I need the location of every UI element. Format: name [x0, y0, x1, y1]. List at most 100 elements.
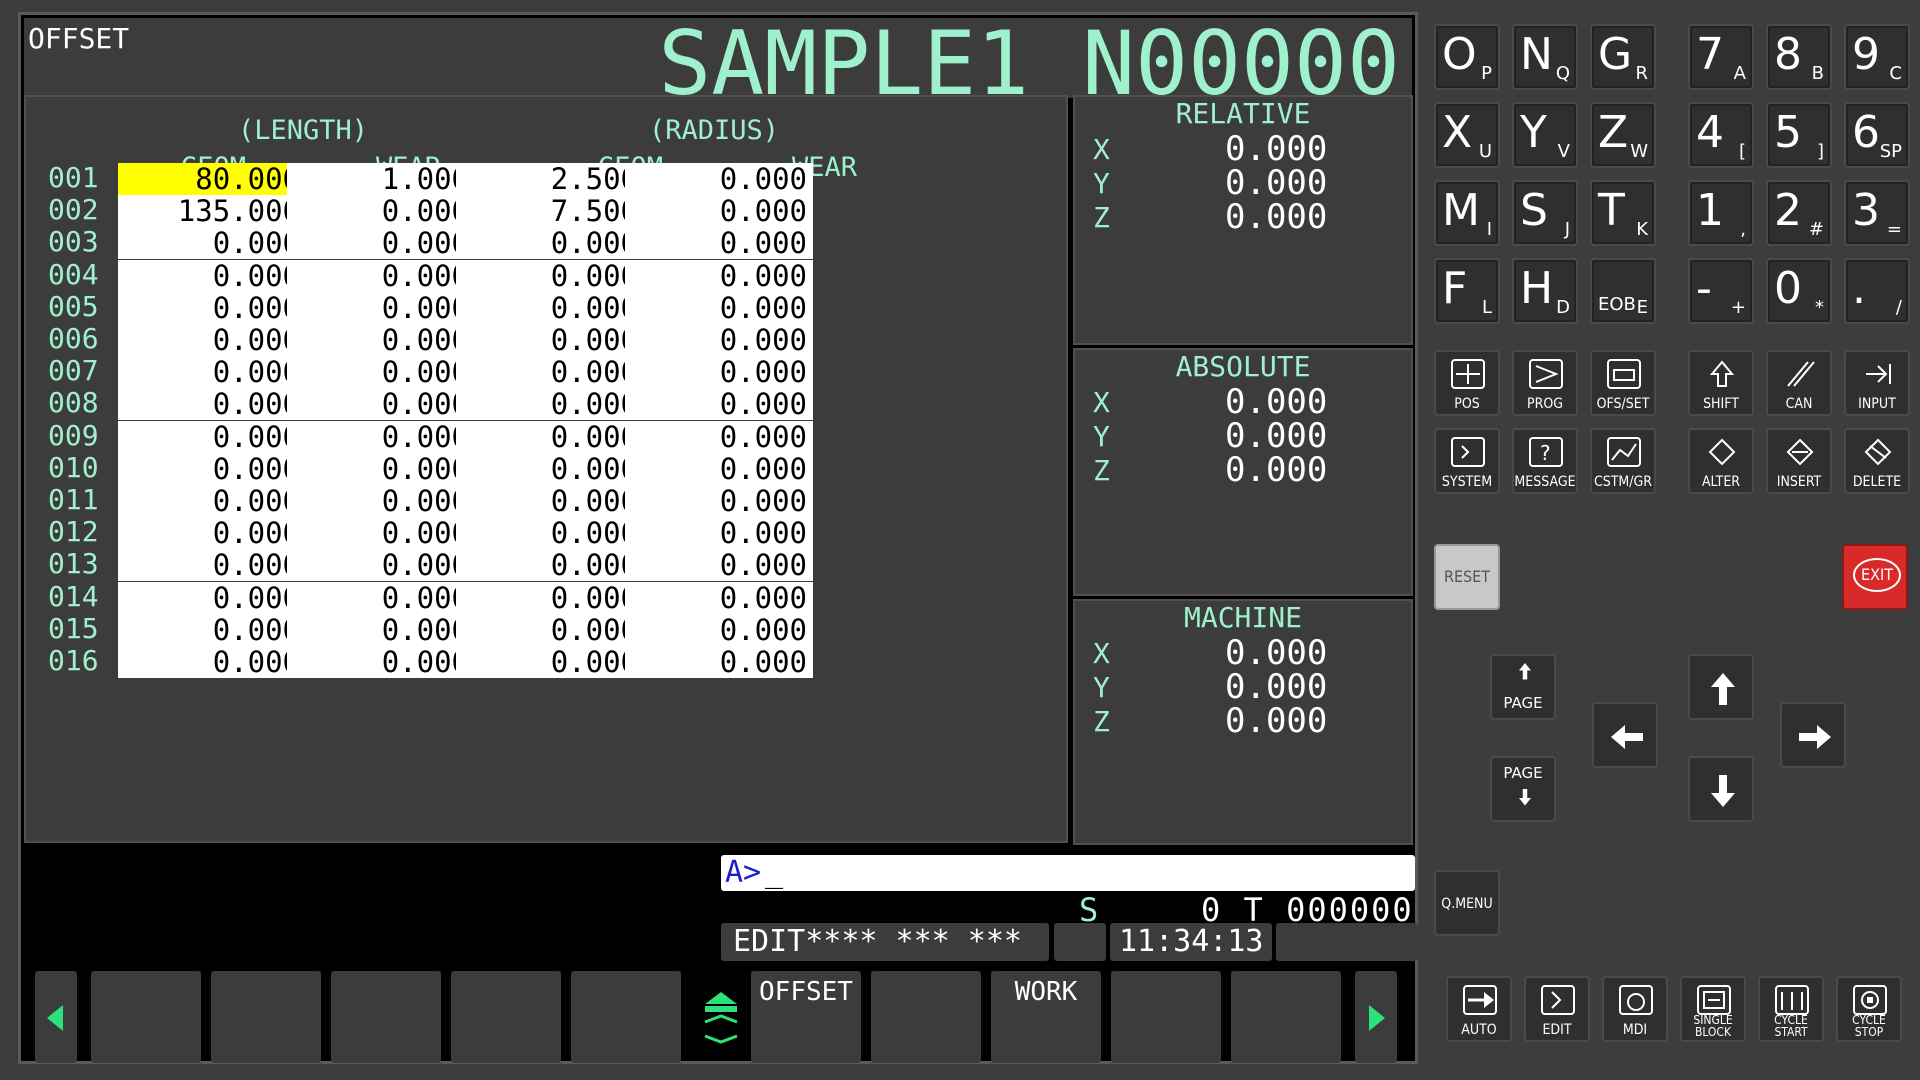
offset-cell-lg[interactable]: 0.000	[118, 227, 306, 260]
offset-cell-lw[interactable]: 0.000	[287, 613, 475, 646]
softkey-next[interactable]	[1355, 971, 1397, 1063]
offset-cell-rg[interactable]: 0.000	[456, 549, 644, 582]
offset-cell-rg[interactable]: 0.000	[456, 613, 644, 646]
cursor-down-button[interactable]	[1688, 756, 1754, 822]
key-num-11[interactable]: . /	[1844, 258, 1910, 324]
offset-cell-rw[interactable]: 0.000	[625, 195, 813, 228]
key-y[interactable]: YV	[1512, 102, 1578, 168]
offset-cell-lw[interactable]: 0.000	[287, 549, 475, 582]
offset-cell-lg[interactable]: 0.000	[118, 291, 306, 324]
offset-cell-lg[interactable]: 0.000	[118, 646, 306, 678]
offset-cell-rw[interactable]: 0.000	[625, 549, 813, 582]
offset-cell-rw[interactable]: 0.000	[625, 227, 813, 260]
page-down-button[interactable]: PAGE	[1490, 756, 1556, 822]
offset-cell-rw[interactable]: 0.000	[625, 259, 813, 292]
key-num-1[interactable]: 8B	[1766, 24, 1832, 90]
offset-cell-lw[interactable]: 0.000	[287, 195, 475, 228]
key-input-buffer[interactable]: A> _	[721, 855, 1415, 891]
key-num-5[interactable]: 6 SP	[1844, 102, 1910, 168]
reset-button[interactable]: RESET	[1434, 544, 1500, 610]
offset-cell-lw[interactable]: 0.000	[287, 259, 475, 292]
page-up-button[interactable]: PAGE	[1490, 654, 1556, 720]
offset-cell-rw[interactable]: 0.000	[625, 420, 813, 453]
offset-cell-lg[interactable]: 0.000	[118, 549, 306, 582]
offset-cell-lw[interactable]: 1.000	[287, 163, 475, 195]
key-num-8[interactable]: 3 =	[1844, 180, 1910, 246]
key-o[interactable]: OP	[1434, 24, 1500, 90]
key-z[interactable]: ZW	[1590, 102, 1656, 168]
cycle-start-key[interactable]: CYCLE START	[1758, 976, 1824, 1042]
offset-cell-lw[interactable]: 0.000	[287, 485, 475, 517]
offset-cell-lg[interactable]: 0.000	[118, 324, 306, 356]
offset-cell-rg[interactable]: 0.000	[456, 581, 644, 614]
key-t[interactable]: TK	[1590, 180, 1656, 246]
offset-cell-rw[interactable]: 0.000	[625, 517, 813, 550]
key-n[interactable]: NQ	[1512, 24, 1578, 90]
key-num-2[interactable]: 9C	[1844, 24, 1910, 90]
offset-cell-rg[interactable]: 0.000	[456, 388, 644, 421]
offset-cell-lg[interactable]: 0.000	[118, 517, 306, 550]
qmenu-button[interactable]: Q.MENU	[1434, 870, 1500, 936]
key-num-10[interactable]: 0 *	[1766, 258, 1832, 324]
ofs-set-key[interactable]: OFS/SET	[1590, 350, 1656, 416]
softkey-prev[interactable]	[35, 971, 77, 1063]
exit-button[interactable]: EXIT	[1842, 544, 1908, 610]
key-num-0[interactable]: 7A	[1688, 24, 1754, 90]
offset-cell-lw[interactable]: 0.000	[287, 420, 475, 453]
cstm-gr-key[interactable]: CSTM/GR	[1590, 428, 1656, 494]
key-eob[interactable]: EOB E	[1590, 258, 1656, 324]
offset-cell-lg[interactable]: 0.000	[118, 356, 306, 389]
key-num-7[interactable]: 2 #	[1766, 180, 1832, 246]
offset-cell-rg[interactable]: 0.000	[456, 291, 644, 324]
softkey-offset[interactable]: OFFSET	[751, 971, 861, 1063]
mdi-mode-key[interactable]: MDI	[1602, 976, 1668, 1042]
offset-cell-lw[interactable]: 0.000	[287, 646, 475, 678]
cursor-right-button[interactable]	[1780, 702, 1846, 768]
offset-cell-rg[interactable]: 7.500	[456, 195, 644, 228]
delete-key[interactable]: DELETE	[1844, 428, 1910, 494]
softkey-1[interactable]	[91, 971, 201, 1063]
offset-cell-lw[interactable]: 0.000	[287, 388, 475, 421]
offset-cell-lw[interactable]: 0.000	[287, 324, 475, 356]
offset-cell-lw[interactable]: 0.000	[287, 452, 475, 485]
offset-cell-rw[interactable]: 0.000	[625, 485, 813, 517]
softkey-3[interactable]	[331, 971, 441, 1063]
offset-cell-lg[interactable]: 0.000	[118, 420, 306, 453]
offset-cell-rw[interactable]: 0.000	[625, 324, 813, 356]
edit-mode-key[interactable]: EDIT	[1524, 976, 1590, 1042]
offset-cell-lg[interactable]: 0.000	[118, 581, 306, 614]
offset-cell-rg[interactable]: 0.000	[456, 259, 644, 292]
offset-cell-rg[interactable]: 0.000	[456, 646, 644, 678]
offset-cell-rw[interactable]: 0.000	[625, 646, 813, 678]
offset-cell-lg[interactable]: 0.000	[118, 388, 306, 421]
can-key[interactable]: CAN	[1766, 350, 1832, 416]
single-block-key[interactable]: SINGLE BLOCK	[1680, 976, 1746, 1042]
offset-cell-rw[interactable]: 0.000	[625, 388, 813, 421]
input-key[interactable]: INPUT	[1844, 350, 1910, 416]
softkey-2[interactable]	[211, 971, 321, 1063]
offset-cell-lg[interactable]: 0.000	[118, 485, 306, 517]
key-num-3[interactable]: 4[	[1688, 102, 1754, 168]
cursor-left-button[interactable]	[1592, 702, 1658, 768]
key-m[interactable]: MI	[1434, 180, 1500, 246]
offset-cell-lw[interactable]: 0.000	[287, 356, 475, 389]
softkey-7[interactable]	[871, 971, 981, 1063]
offset-cell-rg[interactable]: 2.500	[456, 163, 644, 195]
cursor-up-button[interactable]	[1688, 654, 1754, 720]
system-key[interactable]: SYSTEM	[1434, 428, 1500, 494]
offset-cell-lw[interactable]: 0.000	[287, 291, 475, 324]
pos-key[interactable]: POS	[1434, 350, 1500, 416]
message-key[interactable]: ? MESSAGE	[1512, 428, 1578, 494]
offset-cell-rg[interactable]: 0.000	[456, 517, 644, 550]
softkey-4[interactable]	[451, 971, 561, 1063]
offset-cell-lg[interactable]: 0.000	[118, 259, 306, 292]
offset-cell-lw[interactable]: 0.000	[287, 581, 475, 614]
prog-key[interactable]: PROG	[1512, 350, 1578, 416]
offset-cell-rg[interactable]: 0.000	[456, 324, 644, 356]
auto-mode-key[interactable]: AUTO	[1446, 976, 1512, 1042]
offset-cell-lw[interactable]: 0.000	[287, 227, 475, 260]
offset-cell-rw[interactable]: 0.000	[625, 291, 813, 324]
key-num-4[interactable]: 5]	[1766, 102, 1832, 168]
offset-cell-rg[interactable]: 0.000	[456, 452, 644, 485]
menu-expand-icon[interactable]	[701, 990, 741, 1046]
